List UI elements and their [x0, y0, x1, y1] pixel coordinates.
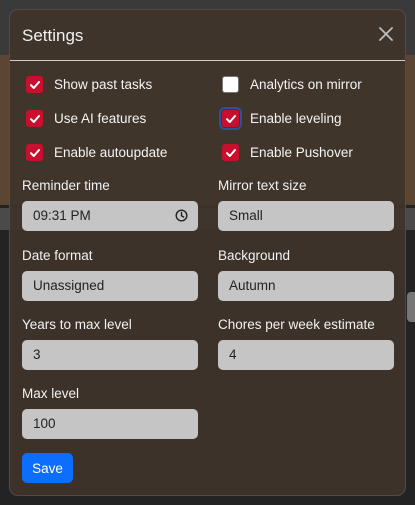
checkbox-label: Enable autoupdate: [54, 145, 168, 160]
mirror-text-size-label: Mirror text size: [218, 178, 307, 193]
save-button[interactable]: Save: [22, 453, 73, 483]
checkbox-unchecked-icon[interactable]: [222, 76, 239, 93]
checkbox-use-ai-features[interactable]: Use AI features: [26, 110, 146, 127]
checkbox-checked-icon[interactable]: [219, 107, 242, 130]
chores-per-week-value: 4: [229, 347, 237, 362]
mirror-text-size-select[interactable]: Small: [218, 201, 394, 231]
checkbox-label: Enable leveling: [250, 111, 342, 126]
date-format-label: Date format: [22, 248, 93, 263]
checkbox-label: Show past tasks: [54, 77, 153, 92]
checkbox-checked-icon[interactable]: [26, 76, 43, 93]
reminder-time-label: Reminder time: [22, 178, 110, 193]
years-to-max-level-value: 3: [33, 347, 41, 362]
close-icon[interactable]: [377, 25, 395, 43]
checkbox-enable-pushover[interactable]: Enable Pushover: [222, 144, 353, 161]
checkbox-analytics-on-mirror[interactable]: Analytics on mirror: [222, 76, 362, 93]
checkbox-label: Analytics on mirror: [250, 77, 362, 92]
checkbox-checked-icon[interactable]: [26, 110, 43, 127]
chores-per-week-label: Chores per week estimate: [218, 317, 375, 332]
checkbox-checked-icon[interactable]: [222, 144, 239, 161]
background-app-scroll-handle: [407, 292, 415, 322]
checkbox-show-past-tasks[interactable]: Show past tasks: [26, 76, 152, 93]
date-format-value: Unassigned: [33, 278, 105, 293]
reminder-time-input[interactable]: 09:31 PM: [22, 201, 198, 231]
settings-modal: Settings Show past tasks Analytics on mi…: [9, 9, 406, 496]
checkbox-checked-icon[interactable]: [26, 144, 43, 161]
clock-icon[interactable]: [175, 209, 188, 222]
max-level-input[interactable]: 100: [22, 409, 198, 439]
years-to-max-level-input[interactable]: 3: [22, 340, 198, 370]
modal-title: Settings: [22, 26, 84, 45]
max-level-label: Max level: [22, 386, 80, 401]
max-level-value: 100: [33, 416, 56, 431]
checkbox-label: Use AI features: [54, 111, 147, 126]
years-to-max-level-label: Years to max level: [22, 317, 132, 332]
background-select[interactable]: Autumn: [218, 271, 394, 301]
background-value: Autumn: [229, 278, 276, 293]
chores-per-week-input[interactable]: 4: [218, 340, 394, 370]
date-format-select[interactable]: Unassigned: [22, 271, 198, 301]
checkbox-enable-autoupdate[interactable]: Enable autoupdate: [26, 144, 167, 161]
reminder-time-value: 09:31 PM: [33, 208, 91, 223]
background-label: Background: [218, 248, 291, 263]
checkbox-label: Enable Pushover: [250, 145, 353, 160]
modal-header: Settings: [10, 10, 405, 61]
mirror-text-size-value: Small: [229, 208, 263, 223]
checkbox-enable-leveling[interactable]: Enable leveling: [219, 107, 342, 130]
